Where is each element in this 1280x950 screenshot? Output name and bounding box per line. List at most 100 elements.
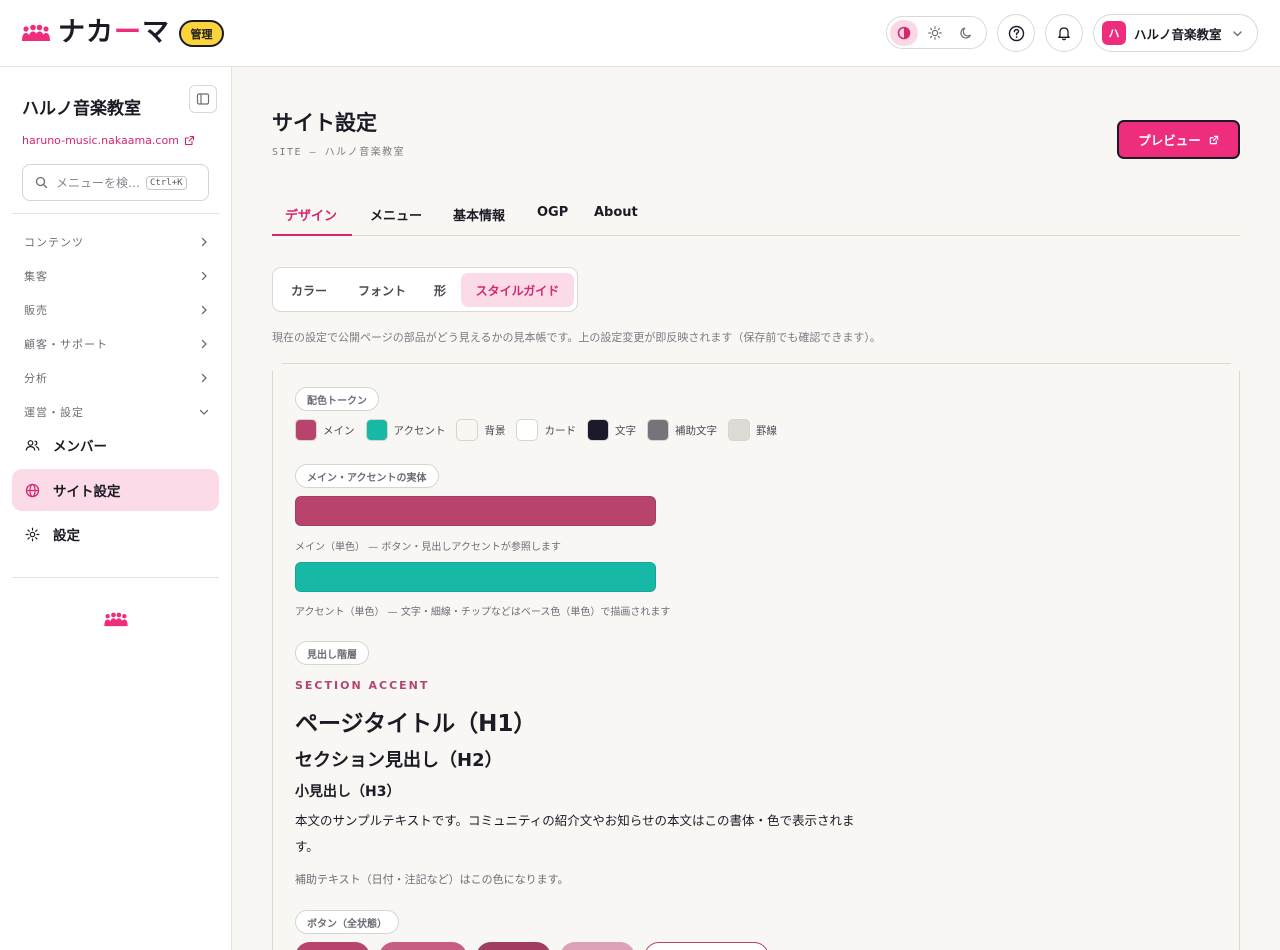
account-name: ハルノ音楽教室 — [1134, 26, 1222, 42]
group-label: コンテンツ — [24, 236, 84, 249]
sample-h3: 小見出し（H3） — [295, 784, 401, 800]
sidebar-group-operations[interactable]: 運営・設定 — [24, 402, 209, 422]
admin-badge: 管理 — [179, 20, 224, 47]
sidebar-item-label: 設定 — [53, 528, 80, 544]
token-border: 罫線 — [727, 419, 777, 441]
account-menu-button[interactable]: ハ ハルノ音楽教室 — [1093, 14, 1258, 52]
theme-auto-button[interactable] — [890, 19, 918, 46]
sidebar-item-label: メンバー — [53, 439, 107, 455]
help-button[interactable] — [997, 14, 1035, 52]
swatch-label: アクセント — [393, 424, 446, 437]
tab-basic-info[interactable]: 基本情報 — [453, 198, 505, 235]
preview-button[interactable]: プレビュー — [1117, 120, 1240, 159]
chevron-right-icon — [201, 237, 207, 247]
chevron-right-icon — [201, 339, 207, 349]
token-main: メイン — [295, 419, 355, 441]
chevron-down-icon — [1232, 30, 1242, 36]
sample-body-text: 本文のサンプルテキストです。コミュニティの紹介文やお知らせの本文はこの書体・色で… — [295, 813, 855, 854]
globe-icon — [25, 483, 40, 497]
color-swatch — [295, 419, 317, 441]
token-background: 背景 — [456, 419, 505, 441]
group-label: 運営・設定 — [24, 406, 84, 419]
color-swatch — [586, 419, 609, 441]
subtab-shape[interactable]: 形 — [425, 273, 455, 307]
sidebar-divider — [12, 213, 219, 214]
group-label: 販売 — [24, 304, 48, 317]
sample-button-outline[interactable] — [644, 942, 769, 950]
sample-button-hover[interactable] — [379, 942, 467, 950]
help-icon — [1008, 25, 1024, 41]
section-accent-label: SECTION ACCENT — [295, 679, 430, 692]
chevron-right-icon — [201, 271, 207, 281]
preview-label: プレビュー — [1138, 133, 1201, 148]
accent-color-bar — [295, 562, 656, 592]
sidebar-group-analytics[interactable]: 分析 — [24, 368, 209, 388]
app-logo[interactable]: ナカーマ — [22, 18, 170, 48]
design-subtabs: カラー フォント 形 スタイルガイド — [272, 267, 578, 312]
sidebar-toggle-icon — [196, 93, 210, 105]
style-guide-panel: 配色トークン メイン アクセント 背景 カード 文字 補助文字 罫線 メイン・ア… — [272, 371, 1240, 950]
sidebar-item-members[interactable]: メンバー — [12, 424, 219, 466]
sidebar-item-site-settings[interactable]: サイト設定 — [12, 469, 219, 511]
theme-light-button[interactable] — [921, 20, 949, 46]
sidebar-item-settings[interactable]: 設定 — [12, 513, 219, 555]
color-token-list: メイン アクセント 背景 カード 文字 補助文字 罫線 — [295, 419, 788, 441]
sidebar-group-customers[interactable]: 顧客・サポート — [24, 334, 209, 354]
site-url-link[interactable]: haruno-music.nakaama.com — [22, 134, 195, 147]
moon-icon — [960, 26, 972, 38]
color-swatch — [456, 419, 479, 441]
external-link-icon — [184, 135, 194, 146]
sun-icon — [928, 25, 942, 40]
divider — [282, 363, 1231, 364]
search-icon — [35, 176, 48, 189]
swatch-label: メイン — [323, 424, 355, 437]
swatch-label: 罫線 — [755, 424, 777, 437]
swatch-label: 補助文字 — [674, 424, 717, 437]
tab-ogp[interactable]: OGP — [537, 198, 568, 235]
color-swatch — [365, 419, 388, 441]
color-swatch — [727, 419, 750, 441]
accent-color-caption: アクセント（単色） — 文字・細線・チップなどはベース色（単色）で描画されます — [295, 607, 671, 618]
contrast-icon — [897, 26, 911, 39]
tab-design[interactable]: デザイン — [272, 198, 352, 236]
tab-menu[interactable]: メニュー — [370, 198, 422, 235]
color-swatch — [646, 419, 669, 441]
subtab-style-guide[interactable]: スタイルガイド — [461, 273, 574, 307]
section-chip-headings: 見出し階層 — [295, 641, 369, 665]
sample-h1: ページタイトル（H1） — [295, 711, 537, 737]
top-bar: ナカーマ 管理 ハ ハルノ音楽教室 — [0, 0, 1280, 67]
subtab-font[interactable]: フォント — [347, 273, 417, 307]
people-logo-icon — [22, 24, 50, 41]
chevron-right-icon — [201, 373, 207, 383]
main-color-caption: メイン（単色） — ボタン・見出しアクセントが参照します — [295, 542, 561, 553]
token-muted-text: 補助文字 — [646, 419, 717, 441]
main-color-bar — [295, 496, 656, 526]
tab-about[interactable]: About — [594, 198, 638, 235]
settings-tabs: デザイン メニュー 基本情報 OGP About — [272, 198, 1240, 236]
sidebar-collapse-button[interactable] — [189, 85, 217, 113]
shortcut-hint: Ctrl+K — [146, 175, 187, 190]
color-swatch — [516, 419, 539, 441]
members-icon — [25, 439, 40, 451]
subtab-color[interactable]: カラー — [279, 273, 339, 307]
sidebar-group-sales[interactable]: 販売 — [24, 300, 209, 320]
bell-icon — [1058, 27, 1070, 41]
sidebar-group-contents[interactable]: コンテンツ — [24, 232, 209, 252]
sample-button-default[interactable] — [295, 942, 370, 950]
notifications-button[interactable] — [1045, 14, 1083, 52]
section-chip-color-tokens: 配色トークン — [295, 387, 379, 411]
sample-button-active[interactable] — [476, 942, 551, 950]
theme-dark-button[interactable] — [952, 20, 980, 46]
sample-button-disabled[interactable] — [560, 942, 635, 950]
site-url-text: haruno-music.nakaama.com — [22, 134, 179, 147]
group-label: 顧客・サポート — [24, 338, 108, 351]
search-placeholder: メニューを検… — [56, 176, 141, 190]
group-label: 分析 — [24, 372, 48, 385]
sidebar-item-label: サイト設定 — [53, 484, 121, 500]
sidebar-group-marketing[interactable]: 集客 — [24, 266, 209, 286]
footer-logo-icon — [104, 612, 128, 627]
menu-search-input[interactable]: メニューを検… Ctrl+K — [22, 164, 209, 201]
avatar: ハ — [1102, 21, 1126, 45]
sidebar: ハルノ音楽教室 haruno-music.nakaama.com メニューを検…… — [0, 67, 232, 950]
swatch-label: カード — [544, 424, 576, 437]
